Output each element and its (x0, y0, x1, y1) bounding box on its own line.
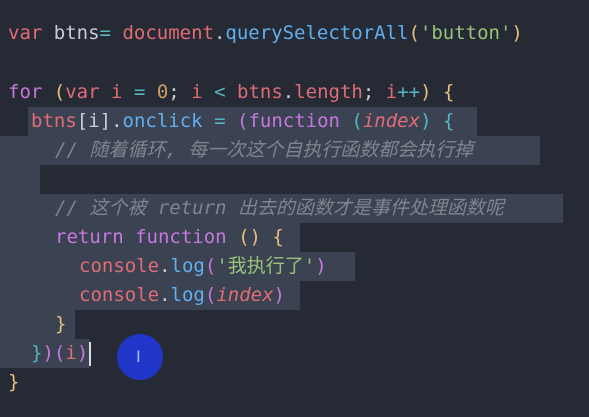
code-line-5: // 随着循环, 每一次这个自执行函数都会执行掉 (55, 136, 473, 165)
text-cursor-icon (89, 342, 91, 366)
code-line-13: } (8, 368, 19, 397)
paren: ) (511, 22, 523, 44)
paren: ( (236, 110, 249, 132)
paren: ( (204, 284, 217, 306)
property-onclick: onclick (122, 110, 203, 132)
paren: ) (315, 255, 327, 277)
variable-btns: btns (31, 110, 77, 132)
paren: ) (273, 284, 285, 306)
param-index: index (216, 284, 274, 306)
paren: ( (351, 110, 363, 132)
code-line-1: var btns= document.querySelectorAll('but… (8, 19, 523, 48)
dot: . (213, 22, 226, 44)
code-line-4: btns[i].onclick = (function (index) { (31, 107, 454, 136)
paren: ( (408, 22, 420, 44)
string-literal: '我执行了' (216, 255, 316, 277)
dot: . (159, 255, 171, 277)
paren: ( (53, 81, 66, 103)
index-access: [i] (76, 110, 112, 132)
paren: ) (420, 81, 432, 103)
brace: } (31, 342, 43, 364)
object-console: console (79, 284, 160, 306)
keyword-var: var (8, 22, 43, 44)
variable-i: i (111, 81, 123, 103)
brace: { (272, 226, 284, 248)
keyword-function: function (248, 110, 340, 132)
variable-i: i (385, 81, 398, 103)
code-line-12: })(i) (31, 339, 88, 368)
keyword-return: return (55, 226, 124, 248)
comment: // 这个被 return 出去的函数才是事件处理函数呢 (55, 197, 504, 219)
param-index: index (362, 110, 421, 132)
comment: // 随着循环, 每一次这个自执行函数都会执行掉 (55, 139, 474, 161)
variable-name: btns (53, 22, 100, 44)
operator: = (214, 110, 226, 132)
semicolon: ; (168, 81, 180, 103)
dot: . (159, 284, 171, 306)
code-line-10: console.log(index) (79, 281, 285, 310)
code-line-8: return function () { (55, 223, 284, 252)
brace: } (55, 313, 67, 335)
operator: < (214, 81, 226, 103)
dot: . (282, 81, 295, 103)
object-console: console (79, 255, 160, 277)
paren: () (238, 226, 261, 248)
method-name: querySelectorAll (225, 22, 409, 44)
operator: = (133, 81, 146, 103)
object-name: document (122, 22, 214, 44)
variable-i: i (65, 342, 77, 364)
code-line-7: // 这个被 return 出去的函数才是事件处理函数呢 (55, 194, 504, 223)
code-line-3: for (var i = 0; i < btns.length; i++) { (8, 78, 454, 107)
variable-btns: btns (237, 81, 283, 103)
operator: ++ (397, 81, 421, 103)
brace: { (442, 110, 455, 132)
keyword-function: function (135, 226, 227, 248)
code-line-9: console.log('我执行了') (79, 252, 327, 281)
paren: ) (420, 110, 432, 132)
property-length: length (294, 81, 363, 103)
paren: ) (42, 342, 54, 364)
code-line-11: } (55, 310, 66, 339)
paren: ( (53, 342, 66, 364)
string-literal: 'button' (419, 22, 512, 44)
operator: = (99, 22, 111, 44)
keyword-var: var (65, 81, 100, 103)
method-log: log (170, 255, 205, 277)
code-editor[interactable]: var btns= document.querySelectorAll('but… (0, 0, 589, 417)
variable-i: i (191, 81, 203, 103)
brace: { (443, 81, 455, 103)
ibeam-pointer-icon: I (136, 347, 141, 366)
brace: } (8, 371, 20, 393)
number-literal: 0 (156, 81, 169, 103)
dot: . (111, 110, 123, 132)
paren: ( (204, 255, 217, 277)
semicolon: ; (362, 81, 375, 103)
paren: ) (76, 342, 89, 364)
method-log: log (170, 284, 205, 306)
selection-highlight (0, 165, 40, 194)
keyword-for: for (8, 81, 43, 103)
